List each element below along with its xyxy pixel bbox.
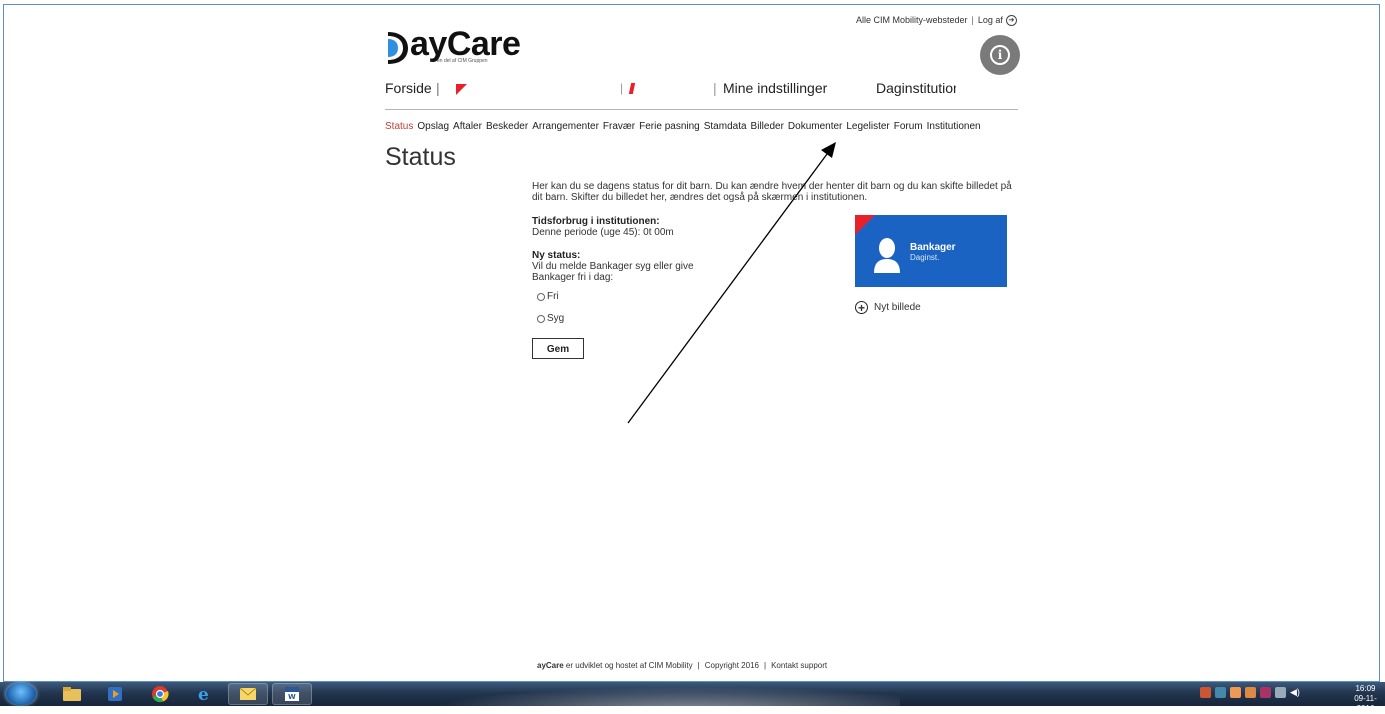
network-tray-icon[interactable] xyxy=(1215,687,1226,698)
radio-syg[interactable] xyxy=(537,314,545,323)
info-button[interactable]: i xyxy=(980,35,1020,75)
new-status-heading: Ny status: xyxy=(532,250,581,261)
explorer-taskbar-icon[interactable] xyxy=(52,683,92,705)
display-tray-icon[interactable] xyxy=(1275,687,1286,698)
tab-arrangementer[interactable]: Arrangementer xyxy=(532,121,599,132)
tab-stamdata[interactable]: Stamdata xyxy=(704,121,747,132)
outlook-taskbar-icon[interactable] xyxy=(228,683,268,705)
radio-fri-row[interactable]: Fri xyxy=(537,291,559,302)
footer-text: er udviklet og hostet af CIM Mobility xyxy=(565,661,693,670)
new-photo-button[interactable]: + Nyt billede xyxy=(855,301,921,314)
chrome-taskbar-icon[interactable] xyxy=(140,683,180,705)
tab-opslag[interactable]: Opslag xyxy=(417,121,449,132)
separator: | xyxy=(971,15,974,25)
nav-separator: | xyxy=(436,80,440,96)
radio-syg-label: Syg xyxy=(547,313,565,324)
start-button-icon[interactable] xyxy=(6,683,36,705)
person-avatar-icon xyxy=(874,238,900,273)
page-title: Status xyxy=(385,143,455,171)
info-icon: i xyxy=(990,45,1010,65)
time-usage-value: Denne periode (uge 45): 0t 00m xyxy=(532,227,674,238)
logout-arrow-icon[interactable]: ➔ xyxy=(1005,15,1017,27)
tab-aftaler[interactable]: Aftaler xyxy=(453,121,482,132)
flag-tray-icon[interactable] xyxy=(1200,687,1211,698)
internet-explorer-taskbar-icon[interactable]: e xyxy=(185,683,225,705)
child-card[interactable]: Bankager Daginst. xyxy=(855,215,1007,287)
daycare-logo-mark xyxy=(388,32,408,64)
app-tray-icon[interactable] xyxy=(1230,687,1241,698)
tab-legelister[interactable]: Legelister xyxy=(846,121,889,132)
app-tray-icon[interactable] xyxy=(1245,687,1256,698)
logout-link[interactable]: Log af xyxy=(978,15,1003,25)
shield-tray-icon[interactable] xyxy=(1260,687,1271,698)
windows-taskbar: e W ◀) 16:09 09-11-2016 xyxy=(0,682,1385,713)
time-usage-heading: Tidsforbrug i institutionen: xyxy=(532,216,660,227)
clock-time: 16:09 xyxy=(1355,684,1376,693)
footer-separator: | xyxy=(697,661,700,670)
taskbar-wallpaper-glow xyxy=(380,682,900,706)
footer-copyright: Copyright 2016 xyxy=(704,661,759,670)
nav-divider xyxy=(385,109,1018,110)
contact-support-link[interactable]: Kontakt support xyxy=(771,661,827,670)
all-sites-link[interactable]: Alle CIM Mobility-websteder xyxy=(856,15,968,25)
svg-text:e: e xyxy=(198,685,209,703)
radio-fri[interactable] xyxy=(537,292,545,301)
child-institution: Daginst. xyxy=(910,253,940,262)
nav-separator: | xyxy=(620,81,624,95)
tab-billeder[interactable]: Billeder xyxy=(751,121,784,132)
new-photo-label: Nyt billede xyxy=(874,302,921,313)
intro-text: Her kan du se dagens status for dit barn… xyxy=(532,181,1012,203)
tab-ferie-pasning[interactable]: Ferie pasning xyxy=(639,121,700,132)
top-links: Alle CIM Mobility-websteder | Log af ➔ xyxy=(856,15,1017,27)
save-button[interactable]: Gem xyxy=(532,338,584,359)
nav-daginstitutioner[interactable]: Daginstitutioner xyxy=(876,80,956,96)
taskbar-clock[interactable]: 16:09 09-11-2016 xyxy=(1346,684,1385,714)
new-status-question: Vil du melde Bankager syg eller give Ban… xyxy=(532,261,694,283)
footer: ayCare er udviklet og hostet af CIM Mobi… xyxy=(537,661,827,670)
word-taskbar-icon[interactable]: W xyxy=(272,683,312,705)
radio-syg-row[interactable]: Syg xyxy=(537,313,564,324)
tab-forum[interactable]: Forum xyxy=(894,121,923,132)
system-tray: ◀) xyxy=(1200,687,1301,698)
red-flag-icon[interactable] xyxy=(456,84,467,95)
radio-fri-label: Fri xyxy=(547,291,559,302)
volume-tray-icon[interactable]: ◀) xyxy=(1290,687,1301,698)
nav-forside[interactable]: Forside xyxy=(385,80,432,96)
tab-dokumenter[interactable]: Dokumenter xyxy=(788,121,842,132)
tab-fravaer[interactable]: Fravær xyxy=(603,121,635,132)
clock-date: 09-11-2016 xyxy=(1354,694,1377,713)
logo-subtitle: en del af CIM Gruppen xyxy=(437,58,488,64)
nav-separator: | xyxy=(713,80,717,96)
nav-mine-indstillinger[interactable]: Mine indstillinger xyxy=(723,80,827,96)
footer-logo: ayCare xyxy=(537,661,564,670)
tab-status[interactable]: Status xyxy=(385,121,413,132)
browser-viewport xyxy=(3,4,1380,682)
card-corner-flag xyxy=(855,215,875,235)
media-player-taskbar-icon[interactable] xyxy=(95,683,135,705)
tab-institutionen[interactable]: Institutionen xyxy=(927,121,981,132)
plus-circle-icon: + xyxy=(855,301,868,314)
sub-nav: Status Opslag Aftaler Beskeder Arrangementer… xyxy=(385,121,985,132)
child-name: Bankager xyxy=(910,242,956,253)
tab-beskeder[interactable]: Beskeder xyxy=(486,121,528,132)
svg-text:W: W xyxy=(288,693,296,701)
footer-separator: | xyxy=(763,661,767,670)
